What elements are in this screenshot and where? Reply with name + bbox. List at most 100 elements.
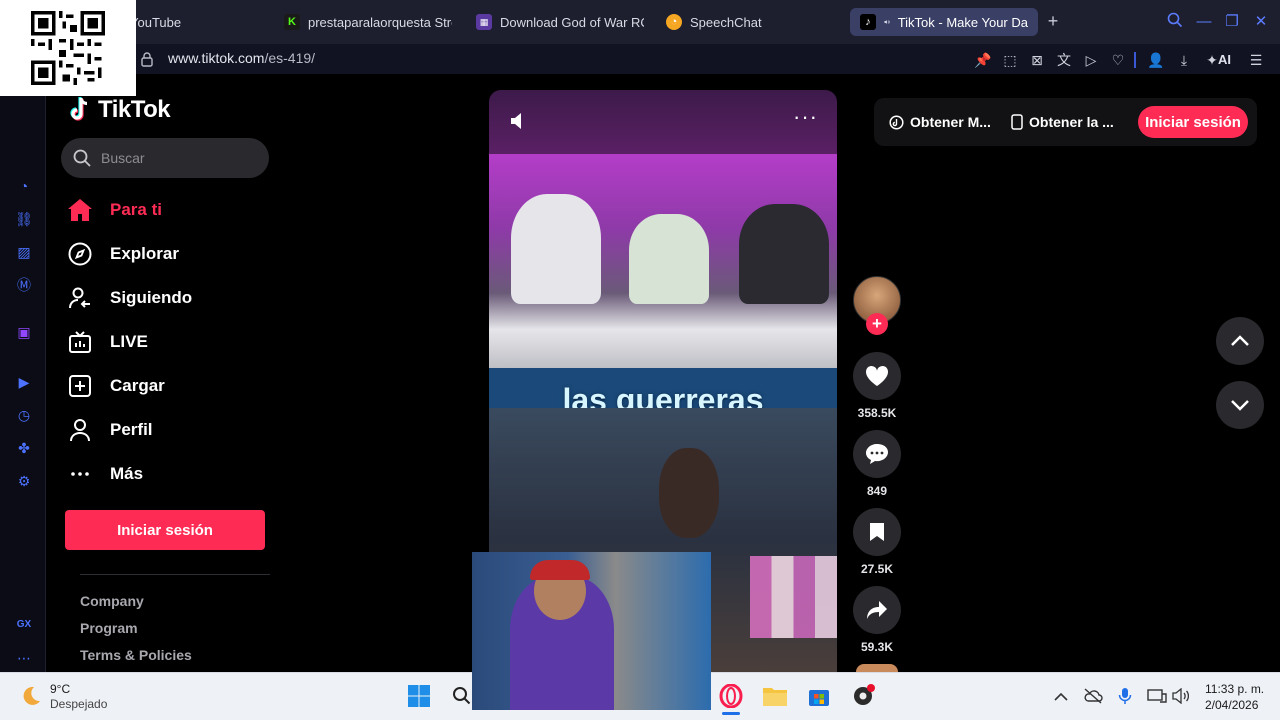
footer-link-company[interactable]: Company (80, 593, 144, 609)
mute-icon[interactable] (509, 110, 531, 132)
downloads-icon[interactable]: ⤓ (1174, 50, 1194, 70)
share-button[interactable] (853, 586, 901, 634)
restore-button[interactable]: ❐ (1222, 12, 1242, 32)
previous-video-button[interactable] (1216, 317, 1264, 365)
comment-icon (866, 444, 888, 464)
header-login-button[interactable]: Iniciar sesión (1138, 106, 1248, 138)
nav-cargar[interactable]: Cargar (66, 371, 165, 401)
network-icon[interactable] (1147, 686, 1167, 706)
extensions-icon[interactable]: ✤ (14, 438, 34, 458)
qr-code-icon (31, 11, 105, 85)
player-icon[interactable]: ▶ (14, 372, 34, 392)
tab-tiktok[interactable]: ♪ TikTok - Make Your Da (850, 8, 1038, 36)
new-tab-button[interactable]: + (1044, 12, 1062, 30)
crane-icon[interactable]: ⛓ (14, 209, 34, 229)
footer-link-program[interactable]: Program (80, 620, 138, 636)
nav-para-ti[interactable]: Para ti (66, 195, 162, 225)
minimize-button[interactable]: — (1194, 12, 1214, 32)
clock-time[interactable]: 11:33 p. m. (1205, 682, 1264, 696)
get-coins-link[interactable]: Obtener M... (889, 114, 991, 130)
microsoft-store-icon[interactable] (805, 682, 833, 710)
pin-icon[interactable]: 📌 (973, 50, 993, 70)
sidebar-login-button[interactable]: Iniciar sesión (65, 510, 265, 550)
nav-perfil[interactable]: Perfil (66, 415, 153, 445)
opera-gx-taskbar-icon[interactable] (717, 682, 745, 710)
video-top-band (489, 90, 837, 154)
tab-speechchat[interactable]: ◔ SpeechChat (666, 8, 776, 36)
snapshot-icon[interactable]: ⬚ (1000, 50, 1020, 70)
clock-date[interactable]: 2/04/2026 (1205, 698, 1258, 712)
nav-label: Más (110, 464, 144, 483)
url-host: www.tiktok.com (168, 50, 265, 66)
settings-icon[interactable]: ⚙ (14, 471, 34, 491)
follow-button[interactable]: + (866, 313, 888, 335)
tab-label: SpeechChat (690, 14, 762, 30)
windows-start-icon[interactable] (405, 682, 433, 710)
account-icon[interactable]: 👤 (1146, 50, 1166, 70)
browser-sidebar: ◔ ⛓ ▨ Ⓜ ▣ ▶ ◷ ✤ ⚙ GX ⋯ (0, 74, 46, 672)
nav-label: Para ti (110, 200, 162, 219)
coin-icon (889, 114, 904, 130)
tiktok-note-icon (70, 97, 88, 121)
tab-kick[interactable]: K prestaparalaorquesta Stre (284, 8, 452, 36)
nav-label: Siguiendo (110, 288, 193, 307)
steelseries-icon[interactable] (849, 682, 877, 710)
file-explorer-icon[interactable] (761, 682, 789, 710)
nav-label: Cargar (110, 376, 165, 395)
microphone-icon[interactable] (1115, 686, 1135, 706)
close-window-button[interactable]: ✕ (1251, 12, 1271, 32)
tab-youtube[interactable]: YouTube (130, 8, 250, 36)
speed-dial-icon[interactable]: ◔ (14, 176, 34, 196)
search-box[interactable] (61, 138, 269, 178)
get-coins-label: Obtener M... (910, 114, 991, 130)
nav-label: Explorar (110, 244, 179, 263)
tab-label: YouTube (130, 14, 182, 30)
get-app-link[interactable]: Obtener la ... (1011, 114, 1114, 130)
twitch-icon[interactable]: ▣ (14, 322, 34, 342)
nav-mas[interactable]: Más (66, 459, 143, 489)
adblock-icon[interactable]: ⊠ (1027, 50, 1047, 70)
kick-icon: K (284, 14, 300, 30)
qr-code-overlay (0, 0, 136, 96)
nav-siguiendo[interactable]: Siguiendo (66, 283, 192, 313)
volume-icon[interactable] (1171, 686, 1191, 706)
url-field[interactable]: www.tiktok.com/es-419/ (168, 50, 315, 66)
easy-setup-icon[interactable]: ☰ (1246, 50, 1266, 70)
tiktok-logo[interactable]: TikTok (68, 96, 171, 124)
save-button[interactable] (853, 508, 901, 556)
speaker-icon (884, 20, 890, 24)
ai-label[interactable]: AI (1218, 52, 1231, 67)
video-person (629, 214, 709, 304)
heart-icon[interactable]: ♡ (1108, 50, 1128, 70)
search-tabs-icon[interactable] (1165, 12, 1185, 32)
tab-label: TikTok - Make Your Da (897, 14, 1028, 30)
video-more-icon[interactable]: ··· (793, 106, 817, 130)
tab-download[interactable]: ▦ Download God of War RON (476, 8, 644, 36)
tiktok-wordmark: TikTok (98, 96, 171, 123)
translate-icon[interactable]: 文 (1054, 50, 1074, 70)
like-button[interactable] (853, 352, 901, 400)
onedrive-offline-icon[interactable] (1083, 686, 1103, 706)
phone-icon (1011, 114, 1023, 130)
moon-weather-icon[interactable] (16, 682, 44, 710)
search-input[interactable] (101, 150, 251, 166)
play-icon[interactable]: ▷ (1081, 50, 1101, 70)
search-icon (73, 149, 91, 167)
gx-corner-icon[interactable]: ▨ (14, 242, 34, 262)
cap (530, 560, 590, 580)
share-count: 59.3K (860, 640, 894, 654)
next-video-button[interactable] (1216, 381, 1264, 429)
footer-link-terms[interactable]: Terms & Policies (80, 647, 192, 663)
music-disc[interactable] (856, 664, 898, 672)
comment-button[interactable] (853, 430, 901, 478)
workspace-icon[interactable]: Ⓜ (14, 275, 34, 295)
history-icon[interactable]: ◷ (14, 405, 34, 425)
gx-icon[interactable]: GX (14, 614, 34, 634)
tab-label: prestaparalaorquesta Stre (308, 14, 452, 30)
nav-explorar[interactable]: Explorar (66, 239, 179, 269)
nav-live[interactable]: LIVE (66, 327, 148, 357)
chevron-up-icon[interactable] (1051, 686, 1071, 706)
comment-count: 849 (866, 484, 888, 498)
lock-icon (141, 52, 153, 67)
more-options-icon[interactable]: ⋯ (14, 648, 34, 668)
